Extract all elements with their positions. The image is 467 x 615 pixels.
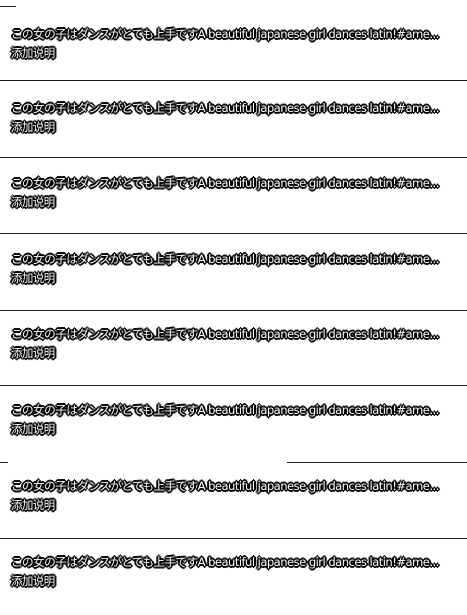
divider xyxy=(0,6,16,7)
item-title: この女の子はダンスがとても上手ですA beautiful japanese gi… xyxy=(11,555,439,569)
item-title: この女の子はダンスがとても上手ですA beautiful japanese gi… xyxy=(11,27,439,41)
item-title: この女の子はダンスがとても上手ですA beautiful japanese gi… xyxy=(11,479,439,493)
item-description[interactable]: 添加说明 xyxy=(11,269,55,287)
item-description[interactable]: 添加说明 xyxy=(11,193,55,211)
caption-list: この女の子はダンスがとても上手ですA beautiful japanese gi… xyxy=(0,0,467,613)
divider xyxy=(0,80,467,81)
item-description[interactable]: 添加说明 xyxy=(11,420,55,438)
item-title: この女の子はダンスがとても上手ですA beautiful japanese gi… xyxy=(11,403,439,417)
list-item[interactable]: この女の子はダンスがとても上手ですA beautiful japanese gi… xyxy=(0,538,467,615)
list-item[interactable]: この女の子はダンスがとても上手ですA beautiful japanese gi… xyxy=(0,310,467,387)
divider xyxy=(0,157,467,158)
list-item[interactable]: この女の子はダンスがとても上手ですA beautiful japanese gi… xyxy=(0,84,467,161)
item-title: この女の子はダンスがとても上手ですA beautiful japanese gi… xyxy=(11,101,439,115)
item-title: この女の子はダンスがとても上手ですA beautiful japanese gi… xyxy=(11,327,439,341)
item-description[interactable]: 添加说明 xyxy=(11,344,55,362)
list-item[interactable]: この女の子はダンスがとても上手ですA beautiful japanese gi… xyxy=(0,235,467,312)
item-description[interactable]: 添加说明 xyxy=(11,572,55,590)
list-item[interactable]: この女の子はダンスがとても上手ですA beautiful japanese gi… xyxy=(0,386,467,463)
item-description[interactable]: 添加说明 xyxy=(11,118,55,136)
item-title: この女の子はダンスがとても上手ですA beautiful japanese gi… xyxy=(11,176,439,190)
item-title: この女の子はダンスがとても上手ですA beautiful japanese gi… xyxy=(11,252,439,266)
item-description[interactable]: 添加说明 xyxy=(11,496,55,514)
item-description[interactable]: 添加说明 xyxy=(11,44,55,62)
list-item[interactable]: この女の子はダンスがとても上手ですA beautiful japanese gi… xyxy=(0,10,467,87)
list-item[interactable]: この女の子はダンスがとても上手ですA beautiful japanese gi… xyxy=(0,462,467,539)
divider xyxy=(0,233,467,234)
list-item[interactable]: この女の子はダンスがとても上手ですA beautiful japanese gi… xyxy=(0,159,467,236)
